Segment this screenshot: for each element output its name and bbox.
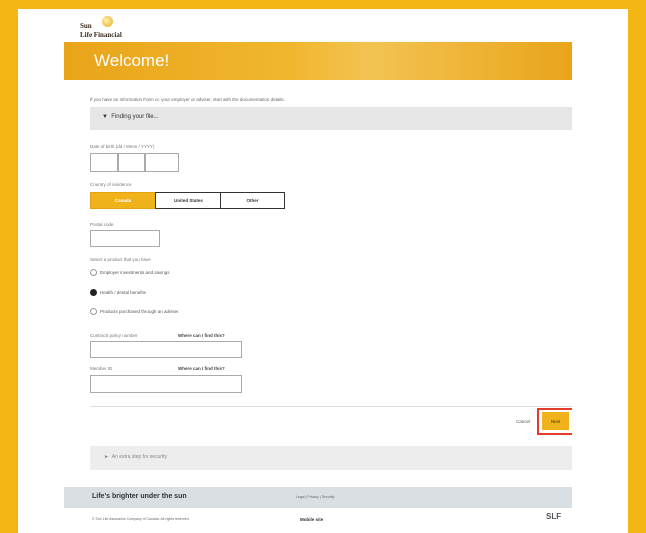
member-help-link[interactable]: Where can I find this?	[178, 366, 225, 371]
welcome-banner: Welcome!	[64, 42, 572, 80]
radio-employer-investments[interactable]	[90, 269, 97, 276]
footer-tagline: Life's brighter under the sun	[92, 493, 187, 500]
plan-type-label: Select a product that you have	[90, 257, 151, 262]
radio-label-health: Health / dental benefits	[100, 290, 147, 295]
dob-label: Date of birth (dd / Mmm / YYYY)	[90, 144, 155, 149]
mobile-site-link[interactable]: Mobile site	[300, 517, 323, 522]
country-other-option[interactable]: Other	[220, 192, 285, 209]
country-label: Country of residence	[90, 182, 132, 187]
sign-in-page: Sun Life Financial Welcome! If you have …	[64, 9, 572, 533]
finding-file-section[interactable]: ▼ Finding your file...	[90, 107, 572, 130]
member-id-input[interactable]	[90, 375, 242, 393]
footer-links[interactable]: Legal | Privacy | Security	[296, 495, 334, 499]
form-divider	[90, 406, 572, 407]
dob-year-input[interactable]	[145, 153, 179, 172]
contract-number-input[interactable]	[90, 341, 242, 358]
logo-text-sun: Sun	[80, 22, 92, 30]
postal-code-input[interactable]	[90, 230, 160, 247]
radio-label-adviser: Products purchased through an adviser	[100, 309, 179, 314]
country-us-option[interactable]: United States	[155, 192, 222, 209]
footer-bar: Life's brighter under the sun Legal | Pr…	[64, 487, 572, 508]
contract-label: Contract/ policy number	[90, 333, 138, 338]
logo-text-financial: Life Financial	[80, 31, 122, 39]
next-button[interactable]: Next	[542, 412, 569, 430]
radio-adviser-products[interactable]	[90, 308, 97, 315]
contract-help-link[interactable]: Where can I find this?	[178, 333, 225, 338]
radio-health-benefits[interactable]	[90, 289, 97, 296]
page-title: Welcome!	[94, 51, 170, 70]
security-step-label: ► An extra step for security	[104, 454, 168, 460]
cancel-link[interactable]: Cancel	[516, 419, 530, 424]
sun-icon	[102, 16, 113, 27]
radio-label-employer: Employer investments and savings	[100, 270, 170, 275]
sun-life-logo[interactable]: Sun Life Financial	[80, 16, 150, 42]
country-canada-option[interactable]: Canada	[90, 192, 156, 209]
slf-badge: SLF	[546, 512, 562, 521]
finding-file-label: ▼ Finding your file...	[102, 114, 159, 120]
security-step-section[interactable]: ► An extra step for security	[90, 446, 572, 470]
postal-label: Postal code	[90, 222, 114, 227]
intro-text: If you have an Information Form or, your…	[90, 97, 285, 102]
member-id-label: Member ID	[90, 366, 113, 371]
copyright-text: © Sun Life Assurance Company of Canada. …	[92, 517, 190, 521]
dob-day-input[interactable]	[90, 153, 118, 172]
dob-month-input[interactable]	[118, 153, 145, 172]
